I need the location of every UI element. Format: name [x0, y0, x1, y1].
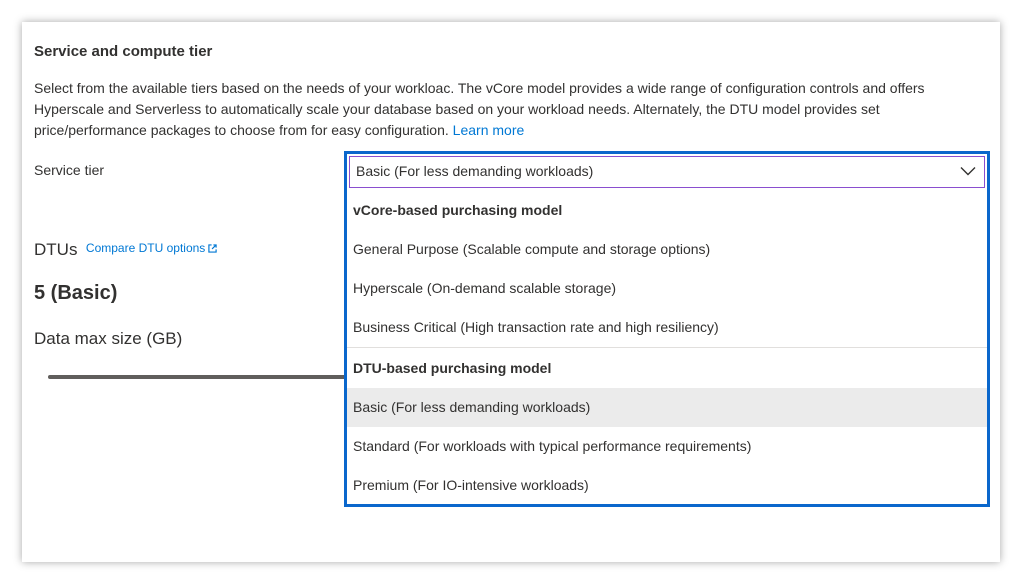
group-header-vcore: vCore-based purchasing model [353, 202, 563, 218]
service-tier-label: Service tier [34, 162, 105, 178]
service-tier-options-list: vCore-based purchasing model General Pur… [347, 190, 987, 505]
section-title: Service and compute tier [34, 43, 213, 60]
external-link-icon [208, 244, 217, 254]
section-description: Select from the available tiers based on… [34, 78, 992, 141]
service-compute-panel: Service and compute tier Select from the… [22, 22, 1000, 562]
dtus-value: 5 (Basic) [34, 282, 118, 304]
option-basic[interactable]: Basic (For less demanding workloads) [347, 388, 987, 427]
compare-dtu-options-link[interactable]: Compare DTU options [86, 241, 217, 255]
chevron-down-icon [960, 167, 976, 176]
option-premium[interactable]: Premium (For IO-intensive workloads) [347, 466, 987, 505]
option-hyperscale[interactable]: Hyperscale (On-demand scalable storage) [347, 269, 987, 308]
data-max-size-label: Data max size (GB) [34, 329, 183, 348]
dtus-row: DTUs Compare DTU options [34, 240, 217, 260]
learn-more-link[interactable]: Learn more [453, 122, 525, 138]
service-tier-dropdown: Basic (For less demanding workloads) vCo… [344, 151, 990, 507]
data-max-size-slider[interactable] [48, 375, 348, 379]
dtus-label: DTUs [34, 240, 78, 259]
option-general-purpose[interactable]: General Purpose (Scalable compute and st… [347, 230, 987, 269]
compare-dtu-options-text: Compare DTU options [85, 241, 206, 255]
service-tier-select[interactable]: Basic (For less demanding workloads) [349, 156, 985, 188]
option-standard[interactable]: Standard (For workloads with typical per… [347, 427, 987, 466]
group-header-dtu: DTU-based purchasing model [353, 360, 552, 376]
service-tier-selected-value: Basic (For less demanding workloads) [356, 163, 594, 179]
option-business-critical[interactable]: Business Critical (High transaction rate… [347, 308, 987, 347]
